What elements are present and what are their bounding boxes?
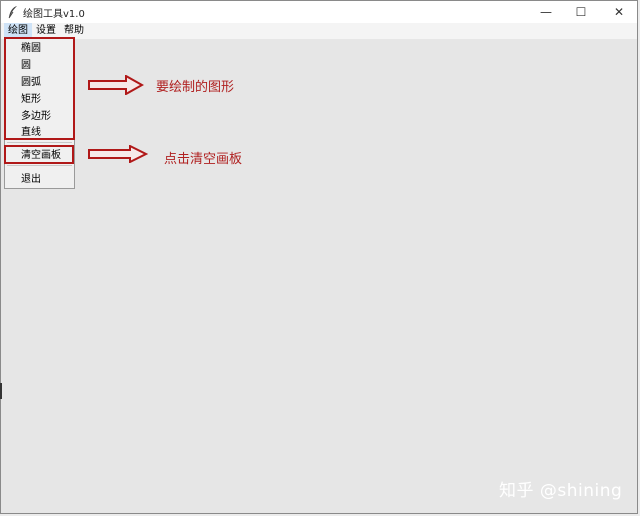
feather-icon [5, 4, 21, 20]
menu-item-exit[interactable]: 退出 [21, 173, 41, 187]
title-bar: 绘图工具v1.0 — ☐ ✕ [1, 1, 637, 23]
watermark: 知乎 @shining [499, 481, 623, 501]
shapes-highlight-box [4, 37, 75, 140]
minimize-button[interactable]: — [529, 1, 563, 23]
arrow-right-icon [88, 75, 144, 95]
arrow-right-icon [88, 145, 148, 163]
annotation-shapes: 要绘制的图形 [156, 80, 235, 95]
clear-highlight-box [4, 145, 74, 164]
menu-separator [7, 142, 72, 143]
window-edge-mark [0, 383, 2, 399]
annotation-clear: 点击清空画板 [164, 152, 243, 167]
close-button[interactable]: ✕ [602, 1, 636, 23]
maximize-button[interactable]: ☐ [564, 1, 598, 23]
drawing-canvas[interactable] [1, 39, 637, 513]
window-title: 绘图工具v1.0 [23, 8, 85, 20]
menu-bar: 绘图 设置 帮助 [1, 23, 637, 39]
menu-separator [7, 165, 72, 166]
